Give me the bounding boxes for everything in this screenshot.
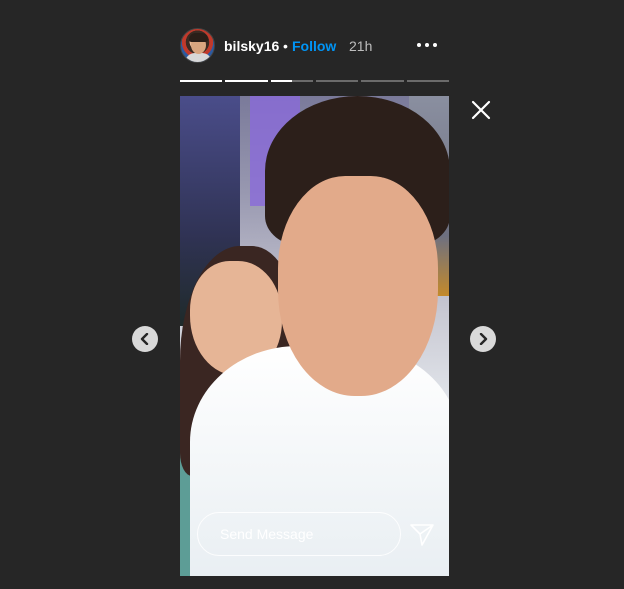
progress-segment-fill	[225, 80, 268, 82]
story-progress-bar	[180, 80, 449, 82]
chevron-left-icon	[140, 333, 149, 345]
next-story-button[interactable]	[470, 326, 496, 352]
paper-plane-icon	[410, 524, 434, 546]
progress-segment	[315, 80, 359, 82]
progress-segment	[406, 80, 449, 82]
avatar-shirt	[185, 53, 212, 62]
close-icon	[471, 100, 491, 120]
progress-segment	[270, 80, 313, 82]
previous-story-button[interactable]	[132, 326, 158, 352]
more-options-button[interactable]	[413, 35, 443, 55]
more-horizontal-icon	[425, 43, 429, 47]
chevron-right-icon	[479, 333, 488, 345]
send-message-input[interactable]	[197, 512, 401, 556]
story-header: bilsky16 • Follow 21h	[180, 28, 450, 64]
progress-segment-fill	[180, 80, 223, 82]
send-button[interactable]	[409, 522, 435, 548]
username[interactable]: bilsky16	[224, 38, 279, 54]
progress-segment	[361, 80, 404, 82]
progress-segment	[225, 80, 268, 82]
more-horizontal-icon	[417, 43, 421, 47]
avatar-hair	[189, 33, 208, 42]
story-photo[interactable]	[180, 96, 449, 576]
reply-bar	[197, 512, 437, 556]
timestamp: 21h	[349, 38, 373, 54]
person-right-face	[278, 176, 438, 396]
close-button[interactable]	[469, 98, 493, 122]
avatar[interactable]	[180, 28, 215, 63]
separator-dot: •	[283, 38, 288, 54]
progress-segment-fill	[270, 80, 292, 82]
progress-segment	[180, 80, 223, 82]
follow-button[interactable]: Follow	[292, 38, 336, 54]
more-horizontal-icon	[433, 43, 437, 47]
